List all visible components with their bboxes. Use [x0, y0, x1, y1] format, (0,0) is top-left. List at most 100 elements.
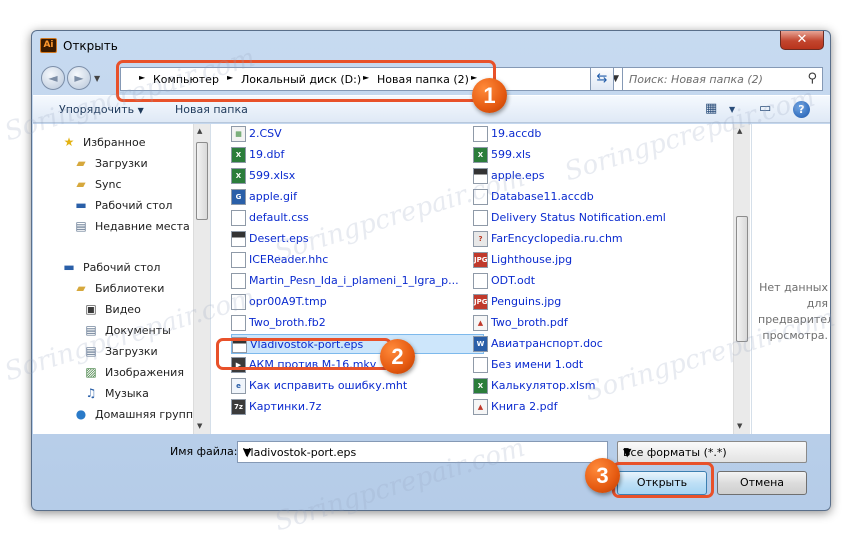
help-icon[interactable]: ? [793, 101, 810, 118]
file-item[interactable]: ▲ Книга 2.pdf [473, 397, 693, 417]
file-item[interactable]: JPG Penguins.jpg [473, 292, 693, 312]
file-item[interactable]: W Авиатранспорт.doc [473, 334, 693, 354]
search-icon[interactable]: ⚲ [807, 71, 817, 86]
preview-placeholder-text: Нет данных для предварительного просмотр… [758, 281, 830, 342]
file-item[interactable]: e Как исправить ошибку.mht [231, 376, 431, 396]
file-item[interactable]: Desert.eps [231, 229, 431, 249]
file-list-scrollbar[interactable]: ▲ ▼ [733, 124, 750, 434]
back-button[interactable]: ◄ [41, 66, 65, 90]
view-dropdown-icon[interactable]: ▼ [729, 105, 735, 114]
downloads-icon: ▤ [85, 344, 97, 358]
file-name: Картинки.7z [249, 400, 322, 413]
file-name: 19.accdb [491, 127, 542, 140]
file-item[interactable]: ? FarEncyclopedia.ru.chm [473, 229, 693, 249]
step-2-marker: 2 [380, 339, 415, 374]
file-item[interactable]: Two_broth.fb2 [231, 313, 431, 333]
cancel-button[interactable]: Отмена [717, 471, 807, 495]
sidebar-item-label: Документы [105, 324, 171, 337]
sync-folder-icon: ▰ [76, 177, 86, 191]
word-file-icon: W [473, 336, 488, 352]
scroll-up-arrow-icon[interactable]: ▲ [197, 127, 202, 135]
file-name: Как исправить ошибку.mht [249, 379, 408, 392]
search-input[interactable]: Поиск: Новая папка (2) ⚲ [622, 67, 823, 91]
file-item[interactable]: X 599.xls [473, 145, 693, 165]
jpg-file-icon: JPG [473, 294, 488, 310]
file-item[interactable]: X 19.dbf [231, 145, 431, 165]
sidebar-item-label: Загрузки [95, 157, 148, 170]
star-icon: ★ [63, 135, 75, 149]
file-name: FarEncyclopedia.ru.chm [491, 232, 623, 245]
pdf-file-icon: ▲ [473, 315, 488, 331]
file-item[interactable]: ODT.odt [473, 271, 693, 291]
file-name: 2.CSV [249, 127, 282, 140]
file-item[interactable]: apple.eps [473, 166, 693, 186]
file-item[interactable]: 19.accdb [473, 124, 693, 144]
file-item[interactable]: Database11.accdb [473, 187, 693, 207]
sidebar-item-label: Видео [105, 303, 141, 316]
history-dropdown-icon[interactable]: ▼ [94, 74, 100, 83]
pictures-icon: ▨ [85, 365, 97, 379]
file-item[interactable]: ICEReader.hhc [231, 250, 431, 270]
close-button[interactable]: ✕ [780, 31, 824, 50]
file-name: ODT.odt [491, 274, 536, 287]
preview-pane-icon[interactable]: ▭ [759, 101, 771, 116]
file-list-scroll-thumb[interactable] [736, 216, 748, 342]
window-title: Открыть [63, 39, 118, 53]
file-name: Penguins.jpg [491, 295, 562, 308]
refresh-button[interactable]: ⇆ [590, 67, 614, 91]
file-item[interactable]: Martin_Pesn_Ida_i_plameni_1_Igra_p... [231, 271, 467, 291]
file-item[interactable]: Gapple.gif [231, 187, 431, 207]
sidebar-item-label: Sync [95, 178, 122, 191]
chevron-down-icon: ▼ [623, 446, 632, 459]
csv-file-icon: ▦ [231, 126, 246, 142]
file-type-select[interactable]: Все форматы (*.*) ▼ [617, 441, 807, 463]
forward-arrow-icon: ► [74, 71, 84, 85]
libraries-icon: ▰ [76, 281, 86, 295]
search-placeholder: Поиск: Новая папка (2) [629, 73, 763, 86]
sidebar-item-label: Рабочий стол [95, 199, 173, 212]
refresh-icon: ⇆ [596, 71, 608, 86]
filename-dropdown-icon[interactable]: ▼ [243, 446, 604, 459]
file-item[interactable]: Без имени 1.odt [473, 355, 693, 375]
video-icon: ▣ [85, 302, 97, 316]
document-file-icon [231, 315, 246, 331]
scroll-up-arrow-icon[interactable]: ▲ [737, 127, 742, 135]
archive-file-icon: 7z [231, 399, 246, 415]
view-options-icon[interactable]: ▦ [705, 101, 717, 116]
scroll-down-arrow-icon[interactable]: ▼ [197, 422, 202, 430]
title-bar: Ai Открыть ✕ [32, 31, 830, 61]
organize-button[interactable]: Упорядочить ▼ [59, 103, 144, 116]
sidebar-scroll-thumb[interactable] [196, 142, 208, 220]
sidebar-item-label: Рабочий стол [83, 261, 161, 274]
file-name: apple.gif [249, 190, 297, 203]
file-name: default.css [249, 211, 309, 224]
sidebar-scrollbar[interactable]: ▲ ▼ [193, 124, 210, 434]
step-3-marker: 3 [585, 458, 620, 493]
excel-file-icon: X [473, 147, 488, 163]
file-item[interactable]: 7z Картинки.7z [231, 397, 431, 417]
file-name: Two_broth.fb2 [249, 316, 326, 329]
file-name: Martin_Pesn_Ida_i_plameni_1_Igra_p... [249, 274, 459, 287]
file-name: Two_broth.pdf [491, 316, 568, 329]
file-item[interactable]: default.css [231, 208, 431, 228]
file-name: 599.xls [491, 148, 531, 161]
file-item[interactable]: JPG Lighthouse.jpg [473, 250, 693, 270]
file-item[interactable]: ▦ 2.CSV [231, 124, 431, 144]
new-folder-button[interactable]: Новая папка [175, 103, 248, 116]
filename-input[interactable]: Vladivostok-port.eps ▼ [237, 441, 608, 463]
desktop-icon: ▬ [75, 198, 87, 212]
file-item[interactable]: X 599.xlsx [231, 166, 431, 186]
gif-file-icon: G [231, 189, 246, 205]
jpg-file-icon: JPG [473, 252, 488, 268]
file-item[interactable]: Delivery Status Notification.eml [473, 208, 693, 228]
open-file-dialog: Ai Открыть ✕ ◄ ► ▼ ► Компьютер ► Локальн… [31, 30, 831, 511]
scroll-down-arrow-icon[interactable]: ▼ [737, 422, 742, 430]
sidebar-item-label: Музыка [105, 387, 149, 400]
organize-label: Упорядочить [59, 103, 135, 116]
file-list: ▦ 2.CSV X 19.dbf X 599.xlsx Gapple.gif defa… [211, 124, 733, 434]
file-item[interactable]: opr00A9T.tmp [231, 292, 431, 312]
forward-button[interactable]: ► [67, 66, 91, 90]
file-name: 599.xlsx [249, 169, 296, 182]
file-item[interactable]: X Калькулятор.xlsm [473, 376, 693, 396]
file-item[interactable]: ▲ Two_broth.pdf [473, 313, 693, 333]
